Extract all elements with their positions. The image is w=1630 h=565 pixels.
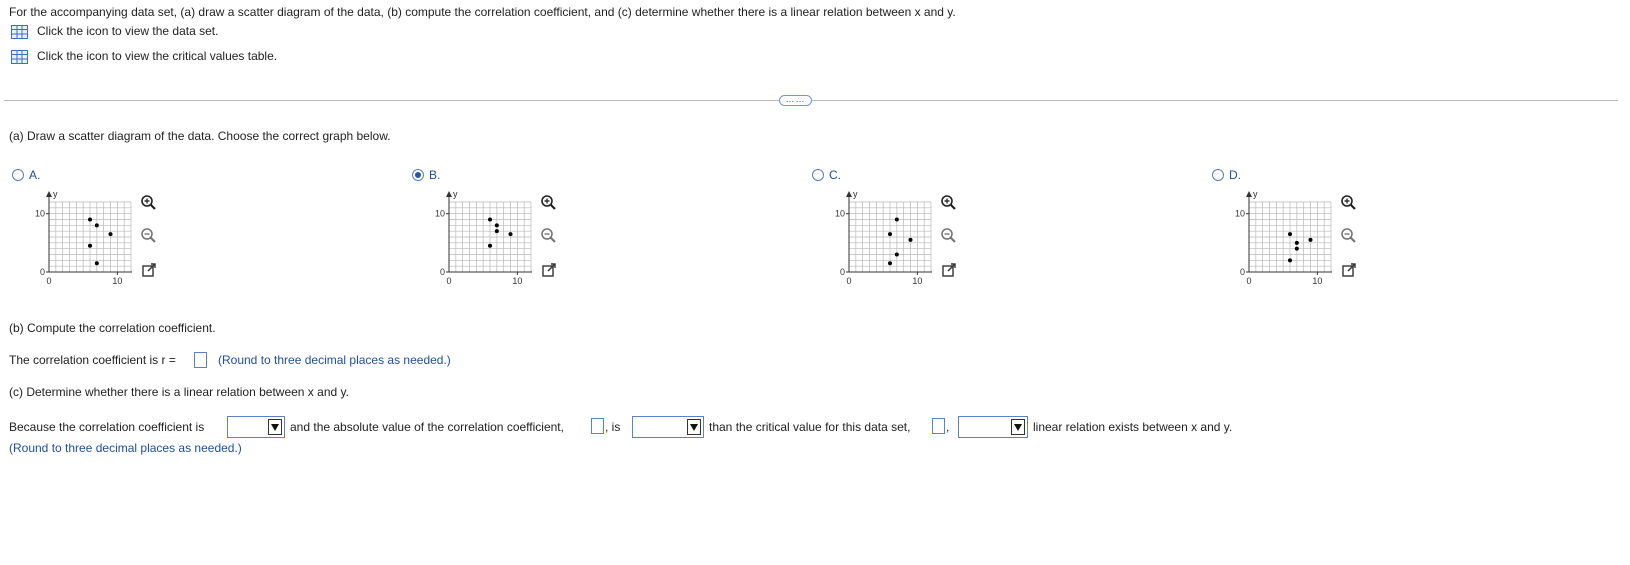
tick-label: 10 [112, 276, 122, 286]
open-new-window-icon[interactable] [939, 260, 959, 280]
tick-label: 0 [46, 276, 51, 286]
part-a-prompt: (a) Draw a scatter diagram of the data. … [9, 129, 391, 143]
zoom-in-icon[interactable] [1339, 193, 1359, 213]
tick-label: 10 [1312, 276, 1322, 286]
option-radio-d[interactable] [1212, 169, 1224, 181]
zoom-out-icon[interactable] [1339, 226, 1359, 246]
correlation-sign-dropdown[interactable] [227, 416, 285, 438]
dropdown-arrow-icon [687, 419, 701, 435]
y-axis-label: y [53, 189, 58, 199]
tick-label: 0 [40, 267, 45, 277]
view-data-set-link[interactable]: Click the icon to view the data set. [37, 24, 218, 38]
scatter-graph: 100010yx [35, 189, 132, 286]
critical-value-input[interactable] [932, 418, 945, 434]
tick-label: 0 [440, 267, 445, 277]
part-c-text-1: Because the correlation coefficient is [9, 420, 205, 434]
data-point [488, 243, 492, 248]
part-b-hint: (Round to three decimal places as needed… [218, 353, 451, 367]
data-point [494, 229, 499, 234]
option-label[interactable]: A. [29, 168, 40, 182]
part-c-text-6: linear relation exists between x and y. [1033, 420, 1233, 434]
dropdown-arrow-icon [1011, 419, 1025, 435]
tick-label: 10 [835, 209, 845, 219]
scatter-graph: 100010yx [435, 189, 532, 286]
tick-label: 10 [512, 276, 522, 286]
expand-button[interactable]: …… [779, 95, 812, 106]
scatter-graph: 100010yx [1235, 189, 1332, 286]
option-label[interactable]: D. [1229, 168, 1241, 182]
y-axis-arrow-icon [46, 191, 52, 197]
tick-label: 0 [1246, 276, 1251, 286]
part-b-prompt: (b) Compute the correlation coefficient. [9, 321, 216, 335]
view-critical-values-link[interactable]: Click the icon to view the critical valu… [37, 49, 277, 63]
zoom-in-icon[interactable] [939, 193, 959, 213]
option-label[interactable]: C. [829, 168, 841, 182]
tick-label: 0 [1240, 267, 1245, 277]
data-point [1294, 246, 1299, 251]
data-point [88, 243, 92, 248]
zoom-in-icon[interactable] [139, 193, 159, 213]
tick-label: 10 [435, 209, 445, 219]
data-point [94, 223, 99, 228]
tick-label: 0 [446, 276, 451, 286]
y-axis-arrow-icon [1246, 191, 1252, 197]
zoom-in-icon[interactable] [539, 193, 559, 213]
tick-label: 0 [846, 276, 851, 286]
data-point [1288, 258, 1292, 263]
option-label[interactable]: B. [429, 168, 440, 182]
data-point [908, 237, 913, 242]
data-point [108, 232, 113, 237]
data-point [508, 232, 513, 237]
part-c-text-4: than the critical value for this data se… [709, 420, 911, 434]
part-c-hint: (Round to three decimal places as needed… [9, 441, 242, 455]
data-point [88, 217, 92, 222]
zoom-out-icon[interactable] [539, 226, 559, 246]
part-c-prompt: (c) Determine whether there is a linear … [9, 385, 349, 399]
tick-label: 10 [35, 209, 45, 219]
table-icon[interactable] [11, 50, 28, 64]
part-c-text-5: , [946, 420, 950, 434]
tick-label: 10 [1235, 209, 1245, 219]
y-axis-label: y [453, 189, 458, 199]
linear-relation-dropdown[interactable] [958, 416, 1028, 438]
table-icon[interactable] [11, 25, 28, 39]
r-value-input[interactable] [194, 352, 207, 368]
data-point [1294, 240, 1299, 245]
data-point [888, 261, 892, 266]
data-point [94, 261, 99, 266]
open-new-window-icon[interactable] [1339, 260, 1359, 280]
data-point [1288, 232, 1292, 237]
data-point [1308, 237, 1313, 242]
y-axis-arrow-icon [846, 191, 852, 197]
open-new-window-icon[interactable] [139, 260, 159, 280]
option-radio-b[interactable] [412, 169, 424, 181]
y-axis-arrow-icon [446, 191, 452, 197]
option-radio-a[interactable] [12, 169, 24, 181]
tick-label: 0 [840, 267, 845, 277]
comparison-dropdown[interactable] [632, 416, 704, 438]
y-axis-label: y [853, 189, 858, 199]
data-point [894, 217, 899, 222]
data-point [494, 223, 499, 228]
zoom-out-icon[interactable] [939, 226, 959, 246]
abs-correlation-input[interactable] [591, 418, 604, 434]
dropdown-arrow-icon [268, 419, 282, 435]
zoom-out-icon[interactable] [139, 226, 159, 246]
data-point [894, 252, 899, 257]
option-radio-c[interactable] [812, 169, 824, 181]
correlation-sentence: The correlation coefficient is r = [9, 353, 176, 367]
tick-label: 10 [912, 276, 922, 286]
data-point [488, 217, 492, 222]
y-axis-label: y [1253, 189, 1258, 199]
part-c-text-2: and the absolute value of the correlatio… [290, 420, 564, 434]
open-new-window-icon[interactable] [539, 260, 559, 280]
part-c-text-3: , is [605, 420, 621, 434]
data-point [888, 232, 892, 237]
question-intro: For the accompanying data set, (a) draw … [9, 5, 956, 19]
scatter-graph: 100010yx [835, 189, 932, 286]
